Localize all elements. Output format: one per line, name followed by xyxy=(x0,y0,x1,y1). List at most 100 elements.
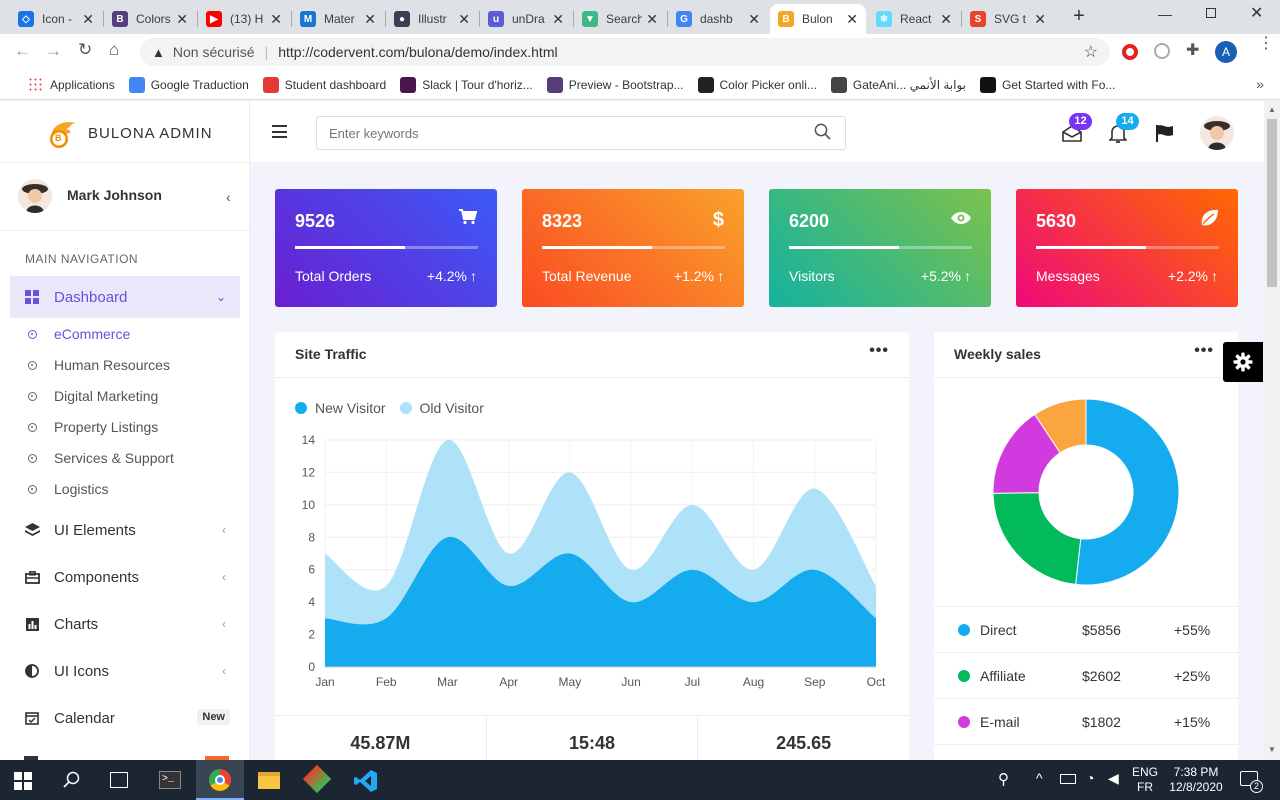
search-icon[interactable] xyxy=(814,123,831,143)
chrome-app-icon[interactable] xyxy=(196,760,244,800)
tab-close-icon[interactable]: ✕ xyxy=(552,11,564,28)
more-bookmarks-icon[interactable]: » xyxy=(1256,76,1264,92)
tab-close-icon[interactable]: ✕ xyxy=(176,11,188,28)
flag-icon[interactable] xyxy=(1155,124,1175,145)
browser-tab[interactable]: ▼ Search ✕ xyxy=(574,4,666,34)
sidebar-item-charts[interactable]: Charts ‹ xyxy=(10,603,240,645)
tab-close-icon[interactable]: ✕ xyxy=(82,11,94,28)
user-name[interactable]: Mark Johnson xyxy=(67,187,162,203)
puzzle-icon[interactable]: ✚ xyxy=(1186,40,1199,60)
submenu-item[interactable]: eCommerce xyxy=(28,326,130,342)
battery-icon[interactable] xyxy=(1060,774,1076,784)
submenu-item[interactable]: Digital Marketing xyxy=(28,388,158,404)
stat-progress-fill xyxy=(1036,246,1146,249)
browser-tab[interactable]: ◇ Icon - ✕ xyxy=(10,4,102,34)
tab-favicon-icon: B xyxy=(778,11,794,27)
user-avatar[interactable] xyxy=(18,179,52,213)
series-dot-icon xyxy=(958,670,970,682)
extension-icon[interactable] xyxy=(1154,43,1170,59)
task-view-icon[interactable] xyxy=(110,772,128,788)
more-options-icon[interactable]: ••• xyxy=(1194,342,1214,360)
new-tab-button[interactable]: + xyxy=(1068,5,1090,27)
bookmark-item[interactable]: Slack | Tour d'horiz... xyxy=(400,76,533,93)
scrollbar-down-arrow[interactable]: ▼ xyxy=(1268,745,1276,754)
minimize-button[interactable]: — xyxy=(1158,6,1172,22)
search-input[interactable] xyxy=(317,117,797,149)
menu-icon[interactable]: ⋮ xyxy=(1258,36,1274,52)
submenu-item[interactable]: Human Resources xyxy=(28,357,170,373)
profile-avatar[interactable]: A xyxy=(1215,41,1237,63)
bookmark-item[interactable]: GateAni... بوابة الأنمي xyxy=(830,76,966,93)
hamburger-icon[interactable] xyxy=(272,125,287,138)
scrollbar-up-arrow[interactable]: ▲ xyxy=(1268,105,1276,114)
bookmark-item[interactable]: Color Picker onli... xyxy=(697,76,817,93)
reload-icon[interactable]: ↻ xyxy=(78,40,92,60)
sidebar: B BULONA ADMIN Mark Johnson ‹ MAIN NAVIG… xyxy=(0,101,250,760)
browser-tab[interactable]: ▶ (13) H ✕ xyxy=(198,4,290,34)
restore-button[interactable] xyxy=(1206,8,1216,18)
submenu-item[interactable]: Logistics xyxy=(28,481,108,497)
browser-tab[interactable]: ● Illustr ✕ xyxy=(386,4,478,34)
stat-card: 8323 $ Total Revenue +1.2% ↑ xyxy=(522,189,744,307)
sidebar-item-dashboard[interactable]: Dashboard ⌄ xyxy=(10,276,240,318)
clock[interactable]: 7:38 PM 12/8/2020 xyxy=(1168,765,1224,795)
sidebar-item-calendar[interactable]: Calendar New xyxy=(10,697,240,739)
tab-close-icon[interactable]: ✕ xyxy=(940,11,952,28)
submenu-item[interactable]: Services & Support xyxy=(28,450,174,466)
bookmark-item[interactable]: Google Traduction xyxy=(128,76,249,93)
browser-tab[interactable]: M Mater ✕ xyxy=(292,4,384,34)
tab-close-icon[interactable]: ✕ xyxy=(748,11,760,28)
sidebar-item-components[interactable]: Components ‹ xyxy=(10,556,240,598)
settings-toggle[interactable] xyxy=(1223,342,1263,382)
bookmark-item[interactable]: Student dashboard xyxy=(262,76,386,93)
bookmark-item[interactable]: Get Started with Fo... xyxy=(980,76,1115,93)
submenu-item[interactable]: Property Listings xyxy=(28,419,158,435)
browser-tab[interactable]: Gdashb ✕ xyxy=(668,4,768,34)
url-text[interactable]: http://codervent.com/bulona/demo/index.h… xyxy=(278,44,557,60)
user-avatar[interactable] xyxy=(1200,116,1234,150)
apps-grid-icon xyxy=(28,76,44,93)
vscode-app-icon[interactable] xyxy=(354,769,378,796)
tab-close-icon[interactable]: ✕ xyxy=(1034,11,1046,28)
star-icon[interactable]: ☆ xyxy=(1084,42,1098,62)
terminal-app-icon[interactable]: >_ xyxy=(159,771,181,789)
tab-close-icon[interactable]: ✕ xyxy=(458,11,470,28)
tray-chevron-icon[interactable]: ^ xyxy=(1036,770,1043,786)
collapse-chevron-icon[interactable]: ‹ xyxy=(226,189,231,205)
back-icon[interactable]: ← xyxy=(14,41,31,61)
circle-dot-icon xyxy=(28,391,37,401)
more-options-icon[interactable]: ••• xyxy=(869,342,889,360)
tab-close-icon[interactable]: ✕ xyxy=(364,11,376,28)
site-traffic-card: Site Traffic ••• New Visitor Old Visitor… xyxy=(275,332,909,760)
tab-title: Search xyxy=(606,12,643,26)
browser-tab[interactable]: ⚛ React ✕ xyxy=(868,4,960,34)
tab-close-icon[interactable]: ✕ xyxy=(270,11,282,28)
browser-tab[interactable]: u unDra ✕ xyxy=(480,4,572,34)
opera-extension-icon[interactable] xyxy=(1122,44,1138,60)
browser-tab[interactable]: B Bulon ✕ xyxy=(770,4,866,34)
browser-tab[interactable]: S SVG t ✕ xyxy=(962,4,1054,34)
people-icon[interactable]: ⚲ xyxy=(998,770,1009,788)
browser-tab[interactable]: B Colors ✕ xyxy=(104,4,196,34)
tab-close-icon[interactable]: ✕ xyxy=(846,11,858,28)
tab-close-icon[interactable]: ✕ xyxy=(646,11,658,28)
language-indicator[interactable]: ENG FR xyxy=(1132,765,1158,795)
home-icon[interactable]: ⌂ xyxy=(109,40,119,60)
page-scrollbar[interactable]: ▲ ▼ xyxy=(1264,101,1280,760)
bookmark-item[interactable]: Preview - Bootstrap... xyxy=(546,76,684,93)
windows-start-icon[interactable] xyxy=(14,772,32,793)
git-app-icon[interactable] xyxy=(302,764,332,794)
sidebar-item-ui-icons[interactable]: UI Icons ‹ xyxy=(10,650,240,692)
sidebar-item-ui-elements[interactable]: UI Elements ‹ xyxy=(10,509,240,551)
brand[interactable]: B BULONA ADMIN xyxy=(46,117,213,149)
scrollbar-thumb[interactable] xyxy=(1267,119,1277,287)
omnibox[interactable]: ▲ Non sécurisé | http://codervent.com/bu… xyxy=(140,38,1110,66)
volume-icon[interactable]: ◀ xyxy=(1108,770,1119,787)
file-explorer-icon[interactable] xyxy=(258,772,280,789)
forward-icon[interactable]: → xyxy=(45,41,62,61)
bookmark-item[interactable]: Applications xyxy=(28,76,115,93)
bookmark-label: Preview - Bootstrap... xyxy=(568,77,684,92)
close-window-button[interactable]: ✕ xyxy=(1250,3,1263,23)
search-icon[interactable] xyxy=(63,771,81,792)
wifi-icon[interactable]: ◔ xyxy=(1086,770,1094,786)
